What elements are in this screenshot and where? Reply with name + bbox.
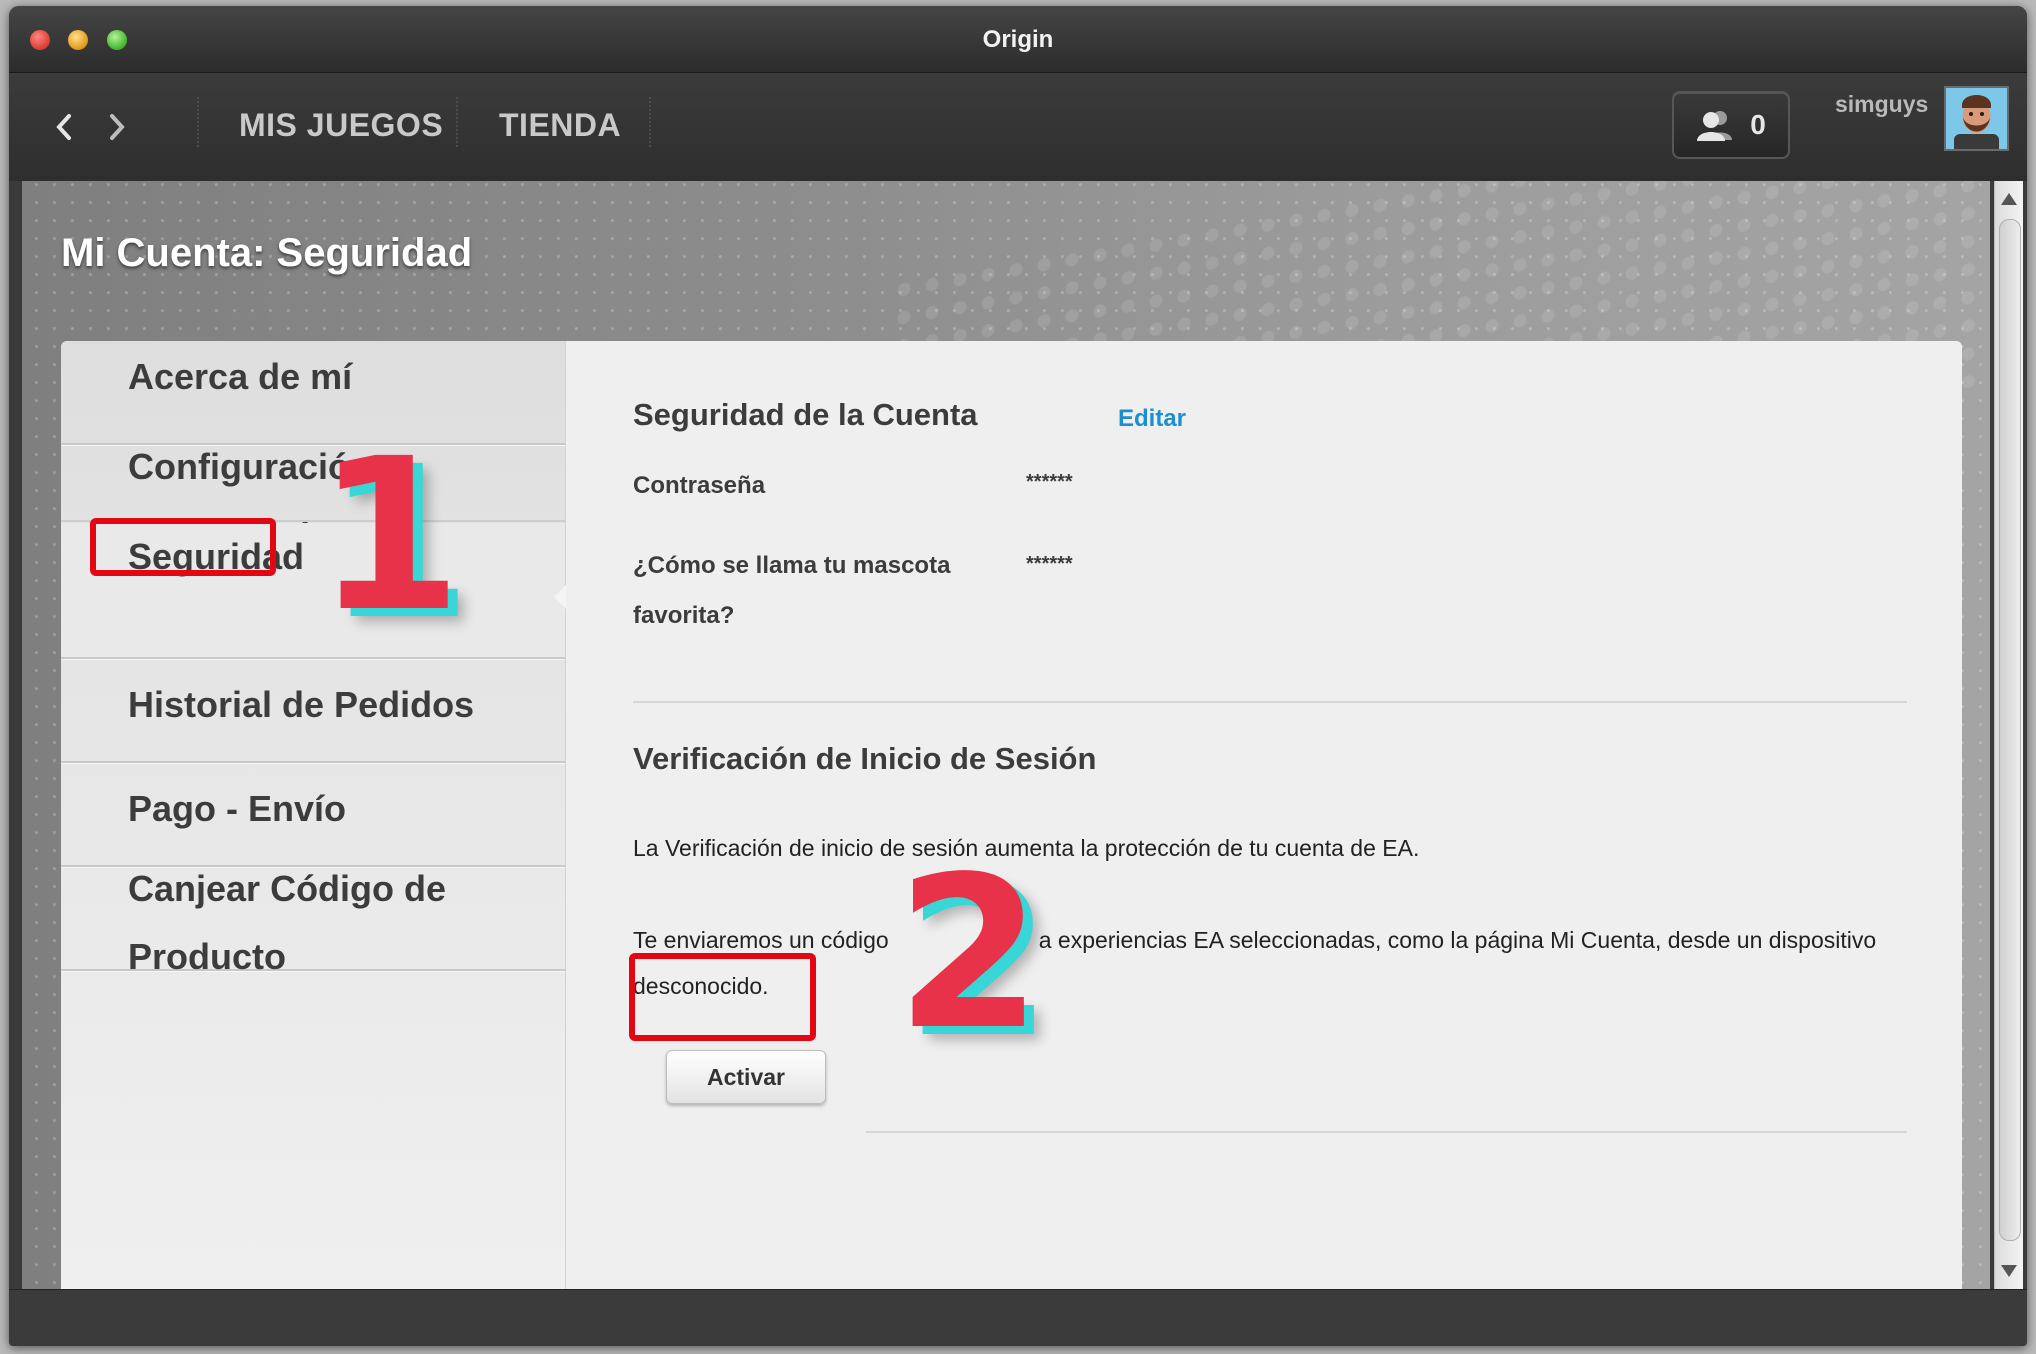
annotation-step-1: 1	[316, 413, 463, 658]
security-question-label: ¿Cómo se llama tu mascota favorita?	[633, 552, 951, 629]
status-bar	[9, 1289, 2027, 1346]
annotation-highlight-security	[90, 518, 276, 576]
scroll-down-icon[interactable]	[2001, 1265, 2017, 1277]
sidebar-item-label: Acerca de mí	[128, 356, 353, 397]
vertical-scrollbar[interactable]	[1994, 181, 2023, 1289]
nav-store[interactable]: TIENDA	[499, 107, 621, 144]
chevron-right-icon	[110, 114, 125, 140]
avatar[interactable]	[1944, 86, 2009, 151]
sidebar-item-payment-shipping[interactable]: Pago - Envío	[61, 763, 565, 867]
nav-divider	[649, 97, 651, 147]
annotation-step-2: 2	[896, 831, 1043, 1076]
login-verification-details: Te enviaremos un código a experiencias EA…	[633, 917, 1923, 1009]
edit-link[interactable]: Editar	[1118, 405, 1186, 433]
sidebar-item-label: Historial de Pedidos	[128, 684, 475, 725]
sidebar-item-about-me[interactable]: Acerca de mí	[61, 341, 565, 445]
divider	[866, 1131, 1907, 1133]
page-title: Mi Cuenta: Seguridad	[61, 231, 473, 275]
scroll-thumb[interactable]	[1999, 219, 2021, 1241]
account-security-heading: Seguridad de la Cuenta	[633, 397, 978, 432]
friends-icon	[1697, 111, 1733, 141]
annotation-highlight-activate	[629, 953, 816, 1041]
username[interactable]: simguys	[1835, 91, 1928, 118]
friends-button[interactable]: 0	[1672, 91, 1790, 159]
content-area: Mi Cuenta: Seguridad Acerca de mí Config…	[22, 181, 1990, 1289]
nav-divider	[197, 97, 199, 147]
nav-bar: MIS JUEGOS TIENDA 0 simguys	[9, 73, 2027, 181]
friends-count: 0	[1750, 109, 1766, 140]
sidebar-item-label: Pago - Envío	[128, 788, 347, 829]
account-panel: Acerca de mí Configuración Privacidad Se…	[61, 341, 1962, 1289]
chevron-left-icon	[56, 114, 71, 140]
scroll-up-icon[interactable]	[2001, 193, 2017, 205]
divider	[633, 701, 1907, 703]
sidebar-item-order-history[interactable]: Historial de Pedidos	[61, 659, 565, 763]
details-start: Te enviaremos un código	[633, 927, 889, 953]
nav-divider	[456, 97, 458, 147]
activate-button[interactable]: Activar	[666, 1050, 826, 1104]
security-content: Seguridad de la Cuenta Editar Contraseña…	[566, 341, 1962, 1289]
login-verification-heading: Verificación de Inicio de Sesión	[633, 741, 1097, 776]
sidebar-item-redeem-code[interactable]: Canjear Código de Producto	[61, 867, 565, 977]
account-sidebar: Acerca de mí Configuración Privacidad Se…	[61, 341, 566, 1289]
origin-window: Origin MIS JUEGOS TIENDA 0 simguys Mi Cu…	[9, 6, 2027, 1346]
nav-my-games[interactable]: MIS JUEGOS	[239, 107, 443, 144]
back-button[interactable]	[44, 107, 84, 147]
sidebar-item-label: Canjear Código de Producto	[128, 868, 447, 977]
forward-button[interactable]	[97, 107, 137, 147]
security-question-value: ******	[1026, 553, 1073, 575]
login-verification-description: La Verificación de inicio de sesión aume…	[633, 835, 1420, 861]
password-label: Contraseña	[633, 472, 766, 499]
password-value: ******	[1026, 471, 1073, 493]
title-bar: Origin	[9, 6, 2027, 73]
window-title: Origin	[982, 26, 1054, 53]
